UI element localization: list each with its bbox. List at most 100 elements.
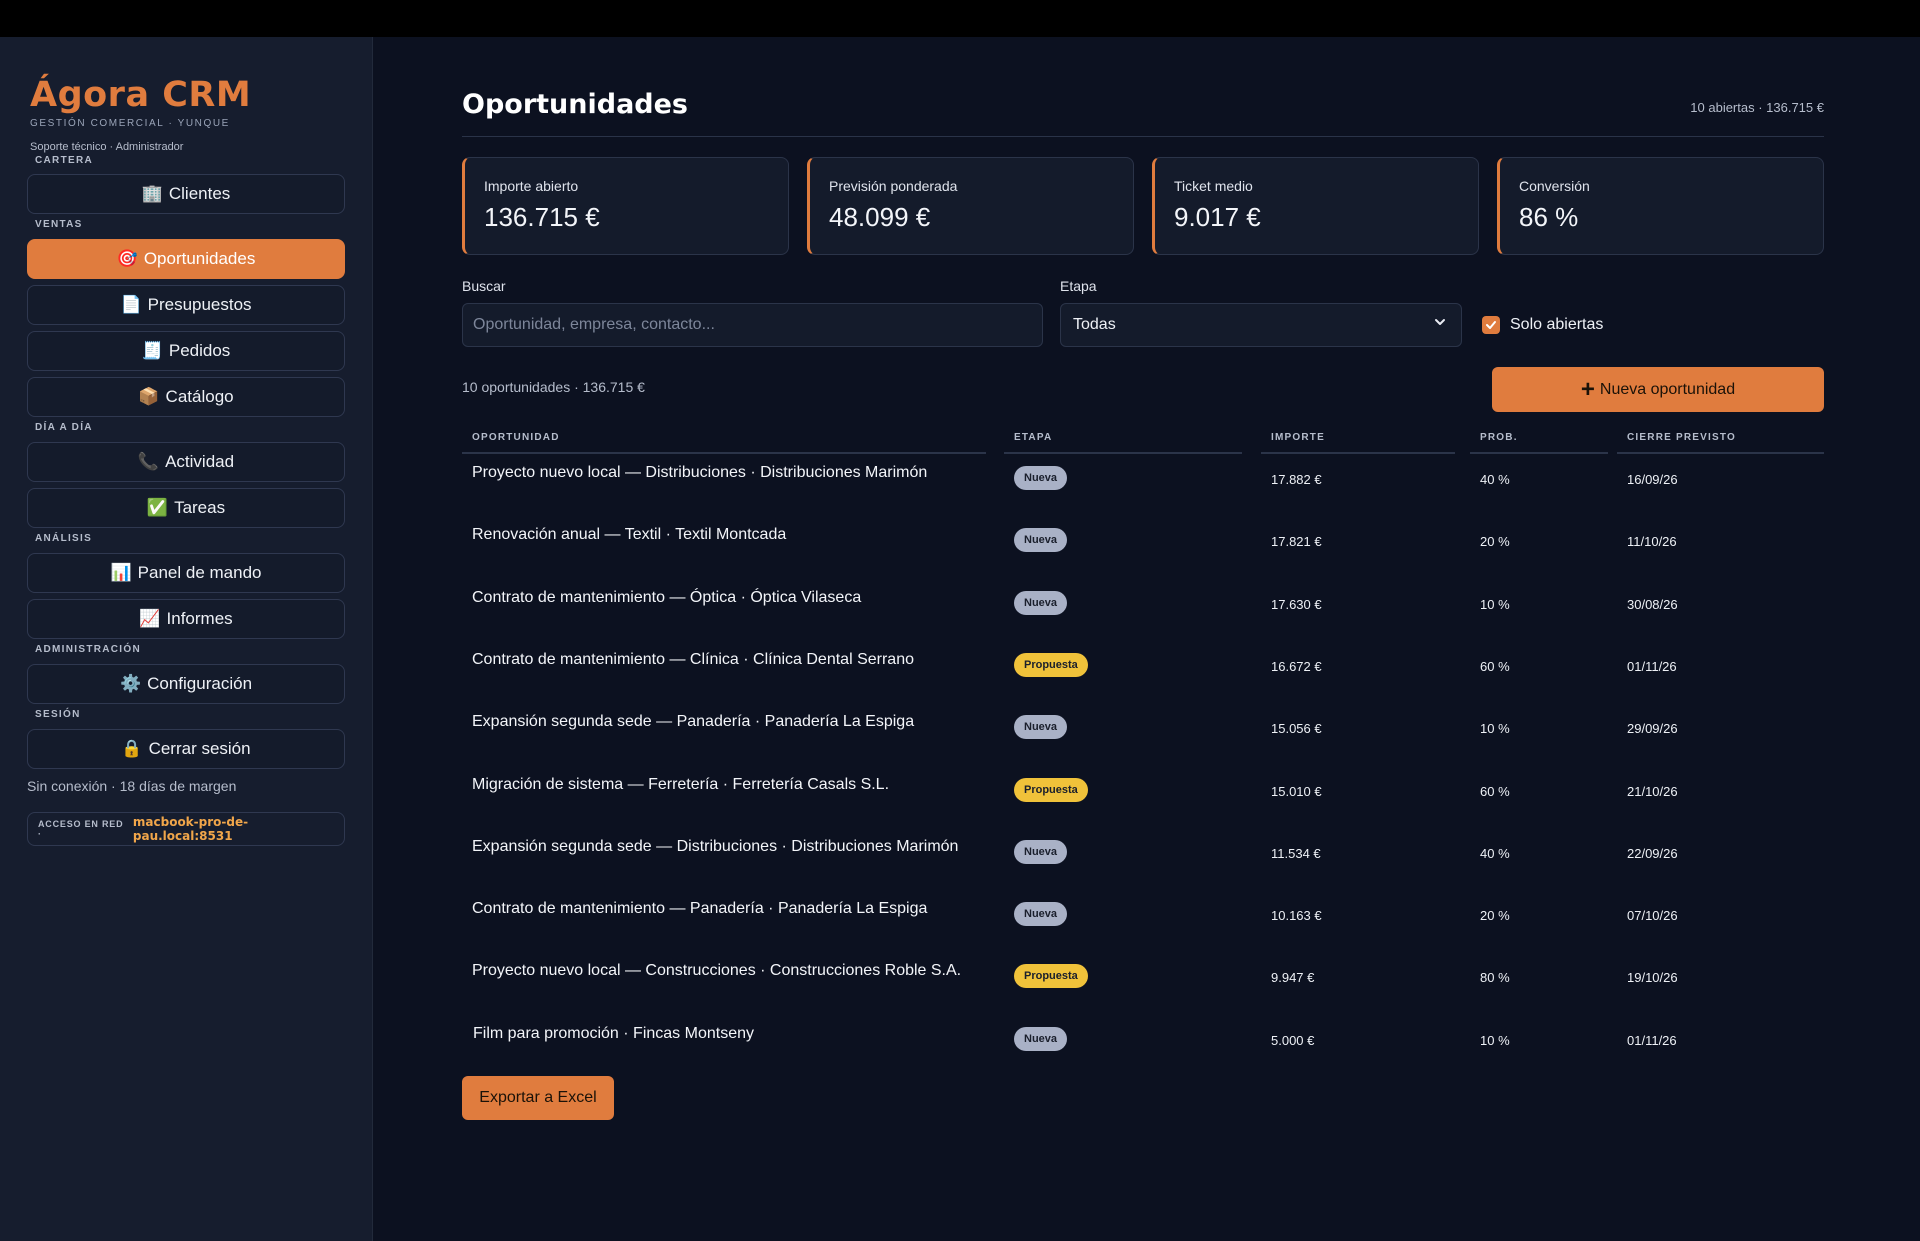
close-date-cell: 21/10/26 <box>1627 783 1678 799</box>
sidebar-item-informes[interactable]: 📈 Informes <box>27 599 345 639</box>
opportunity-name[interactable]: Proyecto nuevo local — Distribuciones · … <box>472 464 927 482</box>
sidebar-item-label: Cerrar sesión <box>148 739 251 758</box>
kpi-value: 86 % <box>1519 202 1579 232</box>
sidebar-item-configuracion[interactable]: ⚙️ Configuración <box>27 664 345 704</box>
section-analisis: ANÁLISIS <box>35 533 93 544</box>
kpi-card-conversion: Conversión 86 % <box>1497 157 1824 255</box>
kpi-value: 136.715 € <box>484 202 600 232</box>
opportunity-name[interactable]: Contrato de mantenimiento — Clínica · Cl… <box>472 651 914 669</box>
section-ventas: VENTAS <box>35 219 83 230</box>
sidebar-item-label: Presupuestos <box>147 295 252 314</box>
close-date-cell: 01/11/26 <box>1627 1032 1677 1048</box>
close-date-cell: 29/09/26 <box>1627 721 1678 737</box>
table-row[interactable]: Contrato de mantenimiento — Panadería · … <box>462 900 1824 967</box>
column-header-importe[interactable]: IMPORTE <box>1261 432 1455 454</box>
sidebar-item-pedidos[interactable]: 🧾 Pedidos <box>27 331 345 371</box>
stage-select-value: Todas <box>1073 316 1116 333</box>
probability-cell: 20 % <box>1480 534 1510 550</box>
stage-badge: Nueva <box>1014 715 1068 740</box>
opportunity-name[interactable]: Film para promoción · Fincas Montseny <box>473 1025 754 1043</box>
table-row[interactable]: Proyecto nuevo local — Construcciones · … <box>462 962 1824 1029</box>
sidebar-item-presupuestos[interactable]: 📄 Presupuestos <box>27 285 345 325</box>
only-open-label[interactable]: Solo abiertas <box>1510 316 1603 334</box>
network-access-label: ACCESO EN RED · <box>38 819 124 839</box>
sidebar-item-label: Configuración <box>147 674 253 693</box>
results-count: 10 oportunidades · 136.715 € <box>462 379 645 395</box>
brand-title: Ágora CRM <box>30 75 252 115</box>
close-date-cell: 16/09/26 <box>1627 472 1678 487</box>
divider <box>462 136 1824 137</box>
opportunity-name[interactable]: Renovación anual — Textil · Textil Montc… <box>472 526 786 544</box>
probability-cell: 60 % <box>1480 783 1510 799</box>
export-excel-button[interactable]: Exportar a Excel <box>462 1076 614 1120</box>
network-access-box: ACCESO EN RED · macbook-pro-de-pau.local… <box>27 812 345 846</box>
amount-cell: 10.163 € <box>1271 908 1322 924</box>
sidebar-item-label: Pedidos <box>168 341 231 360</box>
close-date-cell: 11/10/26 <box>1627 534 1677 550</box>
amount-cell: 16.672 € <box>1271 658 1322 674</box>
probability-cell: 60 % <box>1480 658 1510 674</box>
column-header-cierre-previsto[interactable]: CIERRE PREVISTO <box>1617 432 1824 454</box>
offline-status: Sin conexión · 18 días de margen <box>27 778 237 794</box>
stage-label: Etapa <box>1060 278 1097 294</box>
stage-select[interactable]: Todas <box>1060 303 1462 347</box>
table-row[interactable]: Contrato de mantenimiento — Clínica · Cl… <box>462 651 1824 718</box>
table-row[interactable]: Renovación anual — Textil · Textil Montc… <box>462 526 1824 593</box>
stage-badge: Nueva <box>1014 466 1068 490</box>
table-row[interactable]: Migración de sistema — Ferretería · Ferr… <box>462 776 1824 843</box>
logout-button[interactable]: 🔒 Cerrar sesión <box>27 729 345 769</box>
stage-badge: Nueva <box>1014 902 1068 927</box>
sidebar-item-label: Actividad <box>165 452 235 471</box>
close-date-cell: 19/10/26 <box>1627 970 1678 986</box>
search-input[interactable] <box>462 303 1043 347</box>
column-header-oportunidad[interactable]: OPORTUNIDAD <box>462 432 986 454</box>
table-row[interactable]: Film para promoción · Fincas Montseny Nue… <box>462 1025 1824 1092</box>
kpi-label: Importe abierto <box>484 178 579 194</box>
brand-subtitle: GESTIÓN COMERCIAL · YUNQUE <box>30 118 230 129</box>
section-sesion: SESIÓN <box>35 709 81 720</box>
opportunity-name[interactable]: Contrato de mantenimiento — Óptica · Ópt… <box>472 589 861 607</box>
column-header-prob[interactable]: PROB. <box>1470 432 1608 454</box>
column-header-etapa[interactable]: ETAPA <box>1004 432 1242 454</box>
phone-icon: 📞 <box>137 452 160 471</box>
search-label: Buscar <box>462 278 506 294</box>
network-address[interactable]: macbook-pro-de-pau.local:8531 <box>133 815 344 843</box>
sidebar-item-label: Catálogo <box>165 387 234 406</box>
lock-icon: 🔒 <box>121 739 143 758</box>
probability-cell: 10 % <box>1480 721 1510 737</box>
kpi-value: 9.017 € <box>1174 202 1261 232</box>
sidebar-item-clientes[interactable]: 🏢 Clientes <box>27 174 345 214</box>
bar-chart-icon: 📊 <box>110 563 132 582</box>
stage-badge: Nueva <box>1014 528 1068 553</box>
sidebar-item-label: Oportunidades <box>143 249 256 268</box>
opportunity-name[interactable]: Proyecto nuevo local — Construcciones · … <box>472 962 961 980</box>
probability-cell: 40 % <box>1480 472 1510 487</box>
stage-badge: Nueva <box>1014 839 1068 864</box>
sidebar-item-label: Tareas <box>174 498 226 517</box>
close-date-cell: 01/11/26 <box>1627 658 1677 674</box>
opportunity-name[interactable]: Expansión segunda sede — Distribuciones … <box>472 838 958 856</box>
opportunity-name[interactable]: Expansión segunda sede — Panadería · Pan… <box>472 713 914 731</box>
sidebar-item-panel-de-mando[interactable]: 📊 Panel de mando <box>27 553 345 593</box>
stage-badge: Nueva <box>1014 590 1068 615</box>
section-dia-a-dia: DÍA A DÍA <box>35 422 93 433</box>
sidebar-item-catalogo[interactable]: 📦 Catálogo <box>27 377 345 417</box>
opportunity-name[interactable]: Contrato de mantenimiento — Panadería · … <box>472 900 927 918</box>
stage-badge: Propuesta <box>1014 964 1088 989</box>
probability-cell: 10 % <box>1480 596 1510 612</box>
kpi-label: Ticket medio <box>1174 178 1253 194</box>
sidebar-item-oportunidades[interactable]: 🎯 Oportunidades <box>27 239 345 279</box>
probability-cell: 20 % <box>1480 908 1510 924</box>
checkmark-icon <box>1486 321 1496 329</box>
gear-icon: ⚙️ <box>119 674 142 693</box>
stage-badge: Nueva <box>1014 1026 1068 1051</box>
table-row[interactable]: Expansión segunda sede — Panadería · Pan… <box>462 713 1824 780</box>
opportunity-name[interactable]: Migración de sistema — Ferretería · Ferr… <box>472 776 889 794</box>
sidebar-item-tareas[interactable]: ✅ Tareas <box>27 488 345 528</box>
table-row[interactable]: Expansión segunda sede — Distribuciones … <box>462 838 1824 905</box>
only-open-checkbox[interactable] <box>1482 316 1500 334</box>
table-row[interactable]: Proyecto nuevo local — Distribuciones · … <box>462 464 1824 531</box>
table-row[interactable]: Contrato de mantenimiento — Óptica · Ópt… <box>462 589 1824 656</box>
sidebar-item-actividad[interactable]: 📞 Actividad <box>27 442 345 482</box>
new-opportunity-button[interactable]: + Nueva oportunidad <box>1492 367 1824 412</box>
